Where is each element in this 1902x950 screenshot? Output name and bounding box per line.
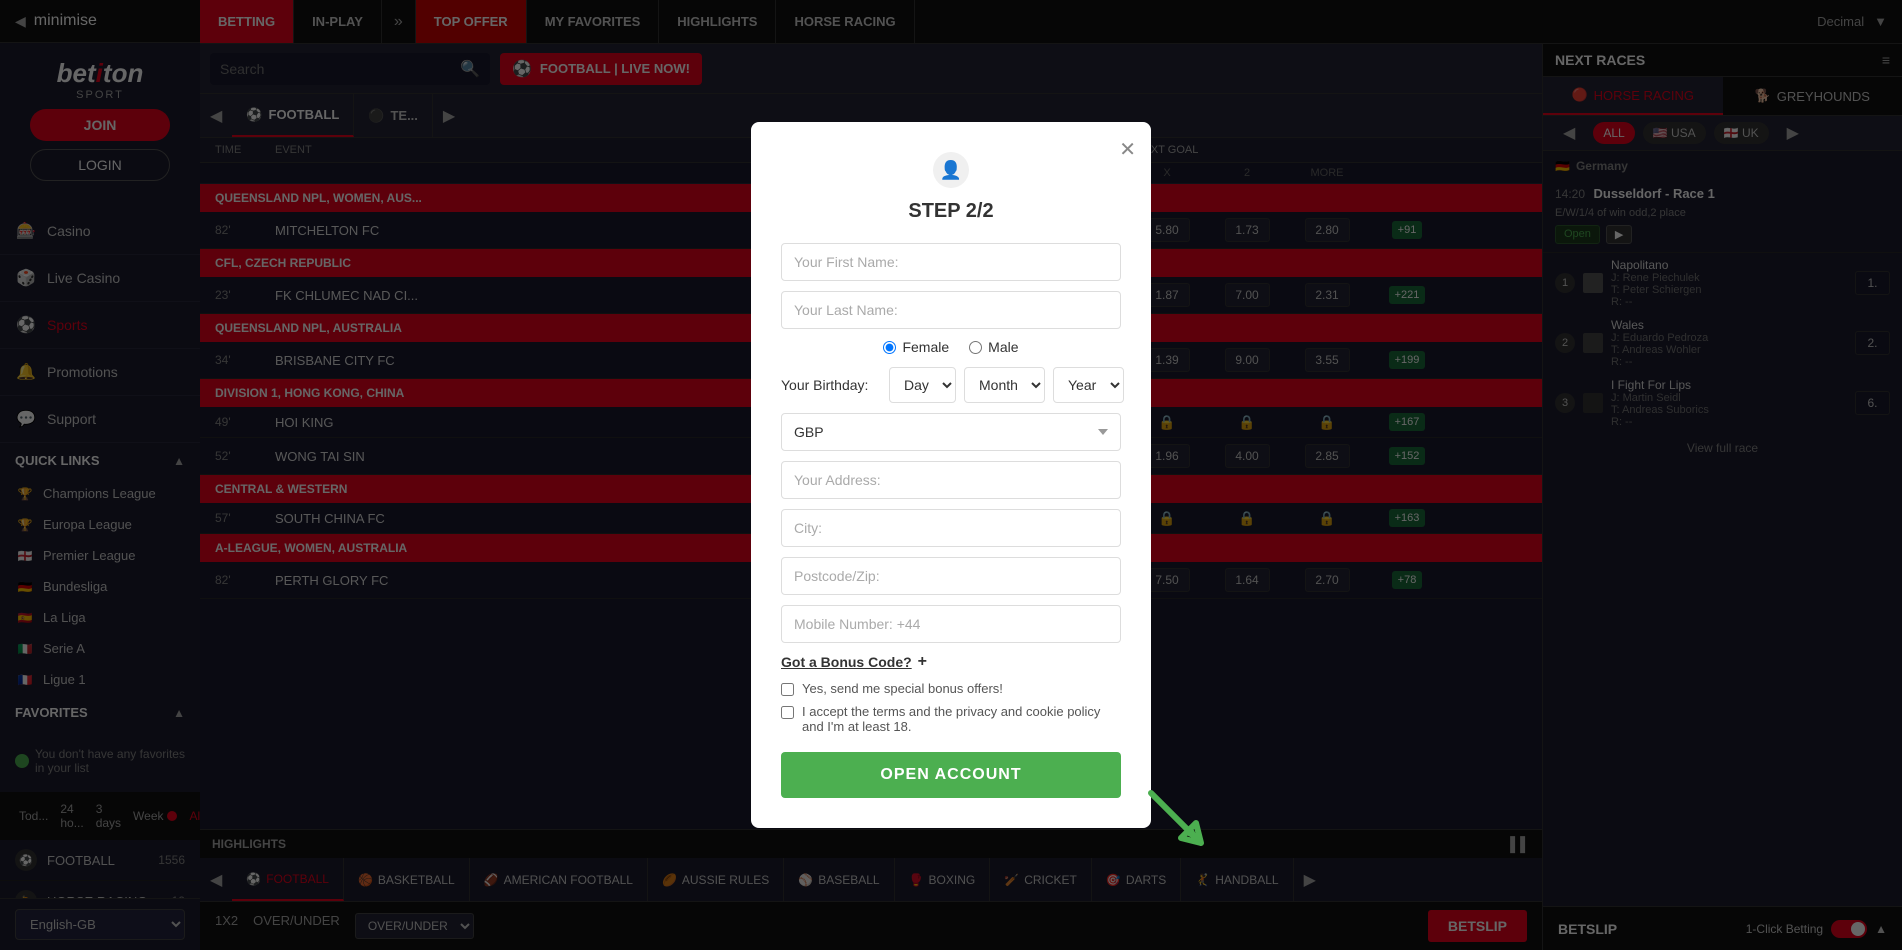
checkbox-row-2: I accept the terms and the privacy and c… (781, 704, 1121, 734)
last-name-input[interactable] (781, 291, 1121, 329)
registration-modal: 👤 STEP 2/2 ✕ Female Male Your Birthday: … (751, 122, 1151, 828)
green-arrow-indicator (1141, 783, 1221, 868)
city-input[interactable] (781, 509, 1121, 547)
checkbox-row-1: Yes, send me special bonus offers! (781, 681, 1121, 696)
birthday-row: Your Birthday: Day Month Year (781, 367, 1121, 403)
bonus-offers-checkbox[interactable] (781, 683, 794, 696)
bonus-code-row: Got a Bonus Code? + (781, 653, 1121, 671)
bonus-code-link[interactable]: Got a Bonus Code? (781, 654, 912, 670)
bonus-code-plus[interactable]: + (918, 653, 927, 671)
mobile-input[interactable] (781, 605, 1121, 643)
open-account-btn[interactable]: OPEN ACCOUNT (781, 752, 1121, 798)
gender-male-radio[interactable] (969, 341, 982, 354)
terms-checkbox[interactable] (781, 706, 794, 719)
modal-header: 👤 STEP 2/2 (781, 152, 1121, 223)
birthday-year-select[interactable]: Year (1053, 367, 1124, 403)
gender-male-label: Male (988, 339, 1018, 355)
modal-close-btn[interactable]: ✕ (1119, 137, 1136, 162)
bonus-offers-label: Yes, send me special bonus offers! (802, 681, 1003, 696)
terms-label: I accept the terms and the privacy and c… (802, 704, 1121, 734)
gender-female-radio[interactable] (883, 341, 896, 354)
first-name-input[interactable] (781, 243, 1121, 281)
modal-title: STEP 2/2 (781, 200, 1121, 223)
birthday-month-select[interactable]: Month (964, 367, 1045, 403)
currency-select[interactable]: GBP (781, 413, 1121, 451)
gender-female-option[interactable]: Female (883, 339, 949, 355)
gender-female-label: Female (902, 339, 949, 355)
gender-male-option[interactable]: Male (969, 339, 1018, 355)
postcode-input[interactable] (781, 557, 1121, 595)
address-input[interactable] (781, 461, 1121, 499)
birthday-day-select[interactable]: Day (889, 367, 956, 403)
modal-overlay[interactable]: 👤 STEP 2/2 ✕ Female Male Your Birthday: … (0, 0, 1902, 950)
birthday-label: Your Birthday: (781, 377, 881, 393)
modal-person-icon: 👤 (933, 152, 969, 188)
gender-row: Female Male (781, 339, 1121, 355)
